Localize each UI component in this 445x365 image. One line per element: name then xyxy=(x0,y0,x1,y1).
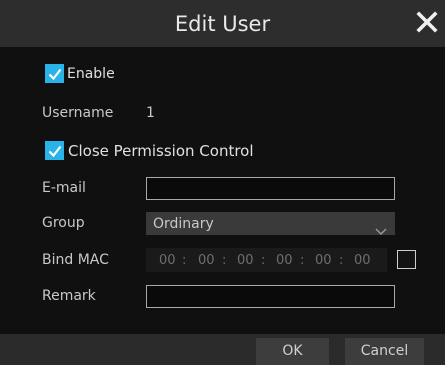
email-label: E-mail xyxy=(42,180,86,196)
close-permission-label: Close Permission Control xyxy=(68,142,254,160)
mac-segment[interactable]: 00 xyxy=(354,253,371,268)
mac-segment[interactable]: 00 xyxy=(198,253,215,268)
mac-separator: : xyxy=(261,253,266,268)
email-field[interactable] xyxy=(146,177,395,200)
group-select[interactable]: Ordinary xyxy=(146,212,395,235)
edit-user-dialog: Edit User Enable Username 1 Close Permis… xyxy=(0,0,445,365)
mac-segment[interactable]: 00 xyxy=(237,253,254,268)
mac-separator: : xyxy=(339,253,344,268)
remark-label: Remark xyxy=(42,288,96,304)
mac-separator: : xyxy=(222,253,227,268)
close-permission-checkbox[interactable] xyxy=(45,141,64,160)
mac-separator: : xyxy=(182,253,187,268)
mac-address-input[interactable]: 00 : 00 : 00 : 00 : 00 : 00 xyxy=(146,248,387,272)
group-selected-value: Ordinary xyxy=(153,216,214,232)
ok-button[interactable]: OK xyxy=(256,338,329,365)
remark-field[interactable] xyxy=(146,285,395,308)
mac-separator: : xyxy=(300,253,305,268)
checkmark-icon xyxy=(48,68,62,81)
mac-segment[interactable]: 00 xyxy=(315,253,332,268)
close-icon[interactable] xyxy=(415,10,439,34)
enable-checkbox[interactable] xyxy=(45,64,64,83)
bind-mac-label: Bind MAC xyxy=(42,252,109,268)
enable-label: Enable xyxy=(67,66,115,82)
mac-segment[interactable]: 00 xyxy=(159,253,176,268)
mac-segment[interactable]: 00 xyxy=(276,253,293,268)
username-value: 1 xyxy=(146,105,155,121)
bind-mac-checkbox[interactable] xyxy=(397,250,416,269)
dialog-title: Edit User xyxy=(174,12,271,36)
group-label: Group xyxy=(42,215,85,231)
checkmark-icon xyxy=(48,145,62,158)
dialog-titlebar: Edit User xyxy=(0,0,445,47)
username-label: Username xyxy=(42,105,114,121)
chevron-down-icon xyxy=(375,221,387,240)
cancel-button[interactable]: Cancel xyxy=(345,338,424,365)
